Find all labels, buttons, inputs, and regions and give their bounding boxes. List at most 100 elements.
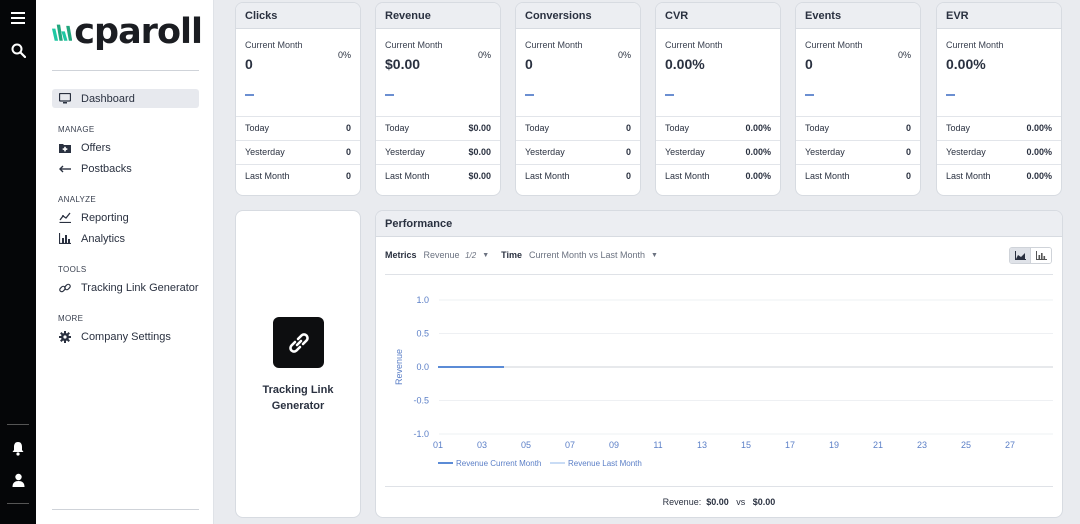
section-title-tools: TOOLS: [58, 265, 87, 274]
last-month-row: Last Month 0: [245, 164, 351, 188]
link-icon: [273, 317, 324, 368]
yesterday-value: $0.00: [468, 147, 491, 157]
notification-bell-icon[interactable]: [8, 438, 28, 458]
sidebar-item-label: Dashboard: [81, 92, 135, 105]
performance-card: Performance Metrics Revenue 1/2 ▼ Time C…: [375, 210, 1063, 518]
icon-rail: [0, 0, 36, 524]
section-title-more: MORE: [58, 314, 84, 323]
trend-indicator: [946, 94, 955, 96]
sidebar-item-label: Tracking Link Generator: [81, 281, 199, 294]
current-month-value: 0: [525, 56, 533, 72]
today-label: Today: [245, 123, 270, 133]
tracking-link-generator-card[interactable]: Tracking Link Generator: [235, 210, 361, 518]
menu-icon[interactable]: [8, 8, 28, 28]
section-title-analyze: ANALYZE: [58, 195, 96, 204]
today-row: Today 0.00%: [665, 116, 771, 140]
sidebar-divider: [52, 509, 199, 510]
current-month-value: 0.00%: [946, 56, 986, 72]
yesterday-value: 0: [905, 147, 911, 157]
y-tick-label: 0.5: [416, 329, 429, 339]
sidebar-item-label: Offers: [81, 141, 111, 154]
trend-indicator: [665, 94, 674, 96]
legend-swatch: [550, 462, 565, 464]
x-tick-label: 05: [521, 440, 531, 450]
today-label: Today: [525, 123, 550, 133]
x-tick-label: 25: [961, 440, 971, 450]
current-month-label: Current Month: [385, 40, 443, 50]
sidebar-item-tracking-link-generator[interactable]: Tracking Link Generator: [52, 278, 199, 297]
sidebar-item-label: Postbacks: [81, 162, 132, 175]
sidebar-item-label: Analytics: [81, 232, 126, 245]
yesterday-label: Yesterday: [245, 147, 285, 157]
x-tick-label: 17: [785, 440, 795, 450]
yesterday-label: Yesterday: [385, 147, 425, 157]
x-tick-label: 03: [477, 440, 487, 450]
last-month-value: 0: [905, 171, 911, 181]
sidebar-item-company-settings[interactable]: Company Settings: [52, 327, 199, 346]
today-value: 0.00%: [745, 123, 771, 133]
yesterday-label: Yesterday: [805, 147, 845, 157]
sidebar-item-reporting[interactable]: Reporting: [52, 208, 199, 227]
sidebar-item-offers[interactable]: Offers: [52, 138, 199, 157]
search-icon[interactable]: [8, 40, 28, 60]
today-label: Today: [385, 123, 410, 133]
section-title-manage: MANAGE: [58, 125, 95, 134]
today-label: Today: [946, 123, 971, 133]
yesterday-label: Yesterday: [525, 147, 565, 157]
rail-divider: [7, 424, 29, 425]
today-row: Today 0: [805, 116, 911, 140]
yesterday-value: 0: [625, 147, 631, 157]
footer-current-value: $0.00: [706, 497, 729, 507]
y-tick-label: 1.0: [416, 295, 429, 305]
folder-plus-icon: [58, 141, 71, 154]
sidebar-item-analytics[interactable]: Analytics: [52, 229, 199, 248]
card-title: Conversions: [516, 3, 640, 29]
user-icon[interactable]: [8, 470, 28, 490]
metric-card-clicks: Clicks Current Month 0% 0 Today 0 Yesterday 0 La…: [235, 2, 361, 196]
x-tick-label: 19: [829, 440, 839, 450]
legend-label: Revenue Last Month: [568, 459, 642, 468]
yesterday-value: 0: [345, 147, 351, 157]
card-title: Revenue: [376, 3, 500, 29]
last-month-value: 0: [625, 171, 631, 181]
last-month-label: Last Month: [946, 171, 991, 181]
today-row: Today 0.00%: [946, 116, 1052, 140]
logo-mark-icon: [52, 24, 73, 41]
today-value: 0.00%: [1026, 123, 1052, 133]
card-title: CVR: [656, 3, 780, 29]
x-tick-label: 01: [433, 440, 443, 450]
cparoll-logo[interactable]: cparoll: [52, 10, 203, 54]
yesterday-row: Yesterday 0.00%: [665, 140, 771, 164]
y-tick-label: -0.5: [413, 396, 429, 406]
legend-label: Revenue Current Month: [456, 459, 541, 468]
today-row: Today 0: [525, 116, 631, 140]
y-tick-label: 0.0: [416, 362, 429, 372]
footer-label: Revenue:: [662, 497, 702, 507]
last-month-value: $0.00: [468, 171, 491, 181]
y-tick-label: -1.0: [413, 429, 429, 439]
last-month-row: Last Month $0.00: [385, 164, 491, 188]
sidebar-item-dashboard[interactable]: Dashboard: [52, 89, 199, 108]
trend-indicator: [385, 94, 394, 96]
yesterday-label: Yesterday: [946, 147, 986, 157]
last-month-label: Last Month: [665, 171, 710, 181]
gear-icon: [58, 330, 71, 343]
sidebar-item-label: Reporting: [81, 211, 129, 224]
today-label: Today: [665, 123, 690, 133]
card-title: Events: [796, 3, 920, 29]
current-month-label: Current Month: [525, 40, 583, 50]
sidebar-item-postbacks[interactable]: Postbacks: [52, 159, 199, 178]
yesterday-row: Yesterday $0.00: [385, 140, 491, 164]
x-tick-label: 27: [1005, 440, 1015, 450]
sidebar-item-label: Company Settings: [81, 330, 171, 343]
logo-text: cparoll: [74, 12, 203, 52]
sidebar: cparoll Dashboard MANAGE Offers Postback…: [36, 0, 214, 524]
last-month-label: Last Month: [245, 171, 290, 181]
arrow-left-icon: [58, 162, 71, 175]
today-value: 0: [625, 123, 631, 133]
y-axis-label: Revenue: [394, 349, 404, 385]
today-label: Today: [805, 123, 830, 133]
metric-card-conversions: Conversions Current Month 0% 0 Today 0 Yesterd…: [515, 2, 641, 196]
yesterday-value: 0.00%: [745, 147, 771, 157]
sidebar-divider: [52, 70, 199, 71]
